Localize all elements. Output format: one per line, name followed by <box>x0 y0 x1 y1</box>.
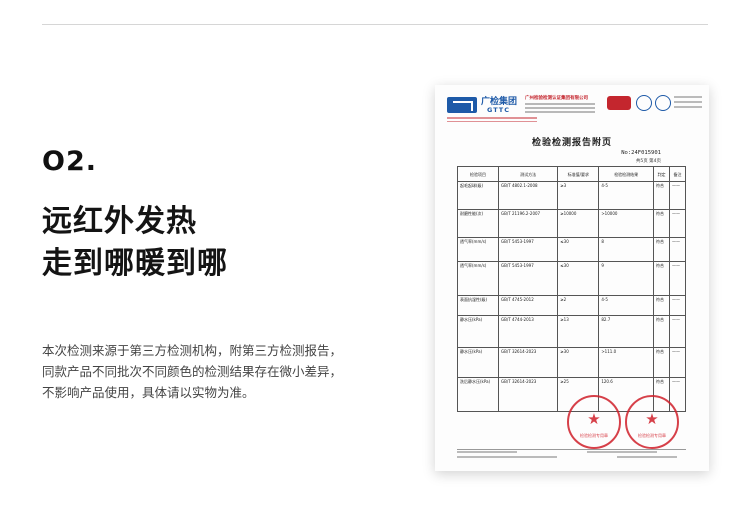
cell-standard: ≥3 <box>557 181 600 210</box>
cell-standard: ≥10000 <box>557 209 600 238</box>
table-row: 静水压(kPa) GB/T 4744-2013 ≥13 82.7 符合 —— <box>456 315 686 348</box>
cell-note: —— <box>669 209 686 238</box>
cell-standard: ≥30 <box>557 347 600 378</box>
cell-item: 静水压(kPa) <box>456 347 500 378</box>
cell-verdict: 符合 <box>653 237 670 262</box>
cell-standard: ≤30 <box>557 237 600 262</box>
cell-result: 82.7 <box>598 315 655 348</box>
cell-method: GB/T 21196.2-2007 <box>498 209 559 238</box>
description-line: 本次检测来源于第三方检测机构，附第三方检测报告， <box>42 343 343 358</box>
cnas-cert-icon <box>655 95 671 111</box>
cell-standard: ≥2 <box>557 295 600 316</box>
report-header: 广检集团 GTTC 广州检验检测认证集团有限公司 <box>435 85 709 127</box>
cell-result: >111.0 <box>598 347 655 378</box>
cell-result: >10000 <box>598 209 655 238</box>
cell-verdict: 符合 <box>653 295 670 316</box>
headline-line-1: 远红外发热 <box>42 204 197 239</box>
cell-item: 耐磨性能(次) <box>456 209 500 238</box>
star-icon: ★ <box>587 410 601 428</box>
description-line: 不影响产品使用，具体请以实物为准。 <box>42 385 255 400</box>
cell-standard: ≤30 <box>557 261 600 296</box>
cma-cert-icon <box>607 96 631 110</box>
table-row: 表面抗湿性(级) GB/T 4745-2012 ≥2 4-5 符合 —— <box>456 295 686 316</box>
report-title: 检验检测报告附页 <box>531 138 612 148</box>
cell-note: —— <box>669 315 686 348</box>
description: 本次检测来源于第三方检测机构，附第三方检测报告， 同款产品不同批次不同颜色的检测… <box>42 340 382 403</box>
cell-item: 透气率(mm/s) <box>456 237 500 262</box>
cell-item: 透气率(mm/s) <box>456 261 500 296</box>
cell-method: GB/T 5453-1997 <box>498 237 559 262</box>
cell-verdict: 符合 <box>653 181 670 210</box>
cell-method: GB/T 4802.1-2008 <box>498 181 559 210</box>
official-seal-icon: ★ 检验检测专用章 <box>625 395 679 449</box>
test-report-image: 广检集团 GTTC 广州检验检测认证集团有限公司 检验检测报告附页 No:24F… <box>435 85 709 471</box>
cell-verdict: 符合 <box>653 209 670 238</box>
cell-note: —— <box>669 347 686 378</box>
cell-item: 洗后静水压(kPa) <box>456 377 500 412</box>
cell-verdict: 符合 <box>653 261 670 296</box>
description-line: 同款产品不同批次不同颜色的检测结果存在微小差异， <box>42 364 343 379</box>
cell-item: 静水压(kPa) <box>456 315 500 348</box>
report-footer <box>457 449 686 459</box>
report-page: 共5页 第4页 <box>635 159 661 164</box>
column-header: 检验项目 <box>456 166 500 182</box>
table-row: 耐磨性能(次) GB/T 21196.2-2007 ≥10000 >10000 … <box>456 209 686 238</box>
column-header: 检验检测结果 <box>598 166 655 182</box>
cell-item: 表面抗湿性(级) <box>456 295 500 316</box>
cell-result: 4-5 <box>598 295 655 316</box>
seal-label: 检验检测专用章 <box>638 433 666 438</box>
cell-note: —— <box>669 237 686 262</box>
cell-item: 起毛起球(级) <box>456 181 500 210</box>
ilac-cert-icon <box>636 95 652 111</box>
seal-label: 检验检测专用章 <box>580 433 608 438</box>
column-header: 判定 <box>653 166 670 182</box>
table-row: 起毛起球(级) GB/T 4802.1-2008 ≥3 4-5 符合 —— <box>456 181 686 210</box>
cell-note: —— <box>669 261 686 296</box>
org-abbr: GTTC <box>487 106 511 114</box>
cell-method: GB/T 4744-2013 <box>498 315 559 348</box>
cell-note: —— <box>669 295 686 316</box>
star-icon: ★ <box>645 410 659 428</box>
cell-standard: ≥13 <box>557 315 600 348</box>
table-row: 透气率(mm/s) GB/T 5453-1997 ≤30 9 符合 —— <box>456 261 686 296</box>
cell-verdict: 符合 <box>653 315 670 348</box>
institute-details <box>525 103 595 115</box>
cell-note: —— <box>669 181 686 210</box>
cell-method: GB/T 5453-1997 <box>498 261 559 296</box>
report-number: No:24F015901 <box>621 150 661 156</box>
column-header: 备注 <box>669 166 686 182</box>
cert-details <box>674 96 702 111</box>
cell-verdict: 符合 <box>653 347 670 378</box>
table-header-row: 检验项目 测试方法 标准值/要求 检验检测结果 判定 备注 <box>456 166 686 182</box>
cell-method: GB/T 32614-2023 <box>498 377 559 412</box>
section-number: O2. <box>42 146 97 177</box>
top-divider <box>42 24 708 25</box>
header-subtitle <box>447 117 537 124</box>
cell-result: 4-5 <box>598 181 655 210</box>
cell-method: GB/T 4745-2012 <box>498 295 559 316</box>
table-row: 静水压(kPa) GB/T 32614-2023 ≥30 >111.0 符合 —… <box>456 347 686 378</box>
cell-method: GB/T 32614-2023 <box>498 347 559 378</box>
official-seal-icon: ★ 检验检测专用章 <box>567 395 621 449</box>
gttc-logo-icon <box>447 97 477 113</box>
headline-line-2: 走到哪暖到哪 <box>42 246 228 281</box>
institute-name: 广州检验检测认证集团有限公司 <box>525 96 588 101</box>
column-header: 标准值/要求 <box>557 166 600 182</box>
cell-result: 9 <box>598 261 655 296</box>
cell-result: 8 <box>598 237 655 262</box>
column-header: 测试方法 <box>498 166 559 182</box>
report-table: 检验项目 测试方法 标准值/要求 检验检测结果 判定 备注 起毛起球(级) GB… <box>456 166 686 412</box>
table-row: 透气率(mm/s) GB/T 5453-1997 ≤30 8 符合 —— <box>456 237 686 262</box>
